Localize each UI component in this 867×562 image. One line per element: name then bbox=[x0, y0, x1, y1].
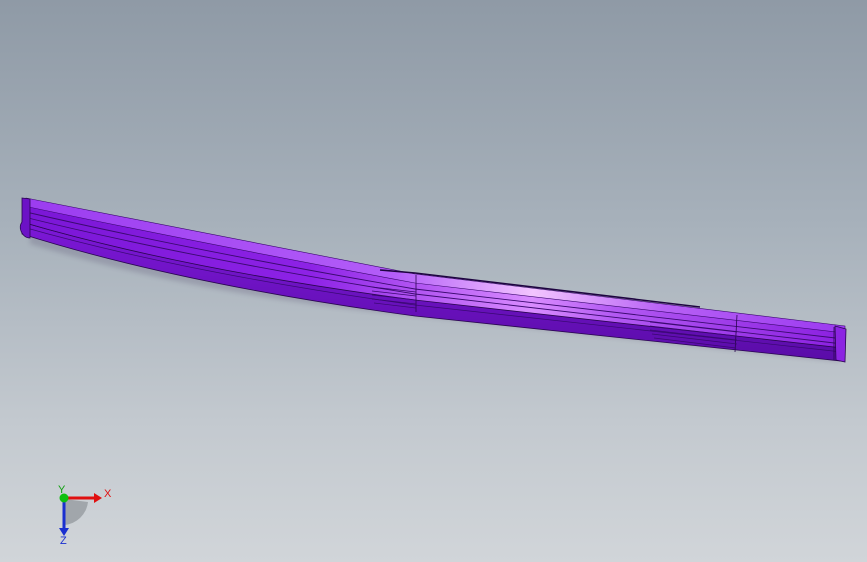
reference-triad: X Y Z bbox=[48, 482, 118, 547]
y-axis-label: Y bbox=[58, 484, 66, 496]
x-axis-label: X bbox=[104, 488, 112, 500]
curved-rail-model[interactable] bbox=[0, 0, 867, 562]
z-axis-label: Z bbox=[60, 535, 67, 546]
x-axis-arrow bbox=[94, 493, 102, 503]
triad-plane-disc bbox=[64, 499, 88, 525]
rail-left-end-cap[interactable] bbox=[19, 197, 31, 239]
graphics-viewport[interactable]: X Y Z bbox=[0, 0, 867, 562]
rail-right-end-cap[interactable] bbox=[834, 325, 847, 363]
